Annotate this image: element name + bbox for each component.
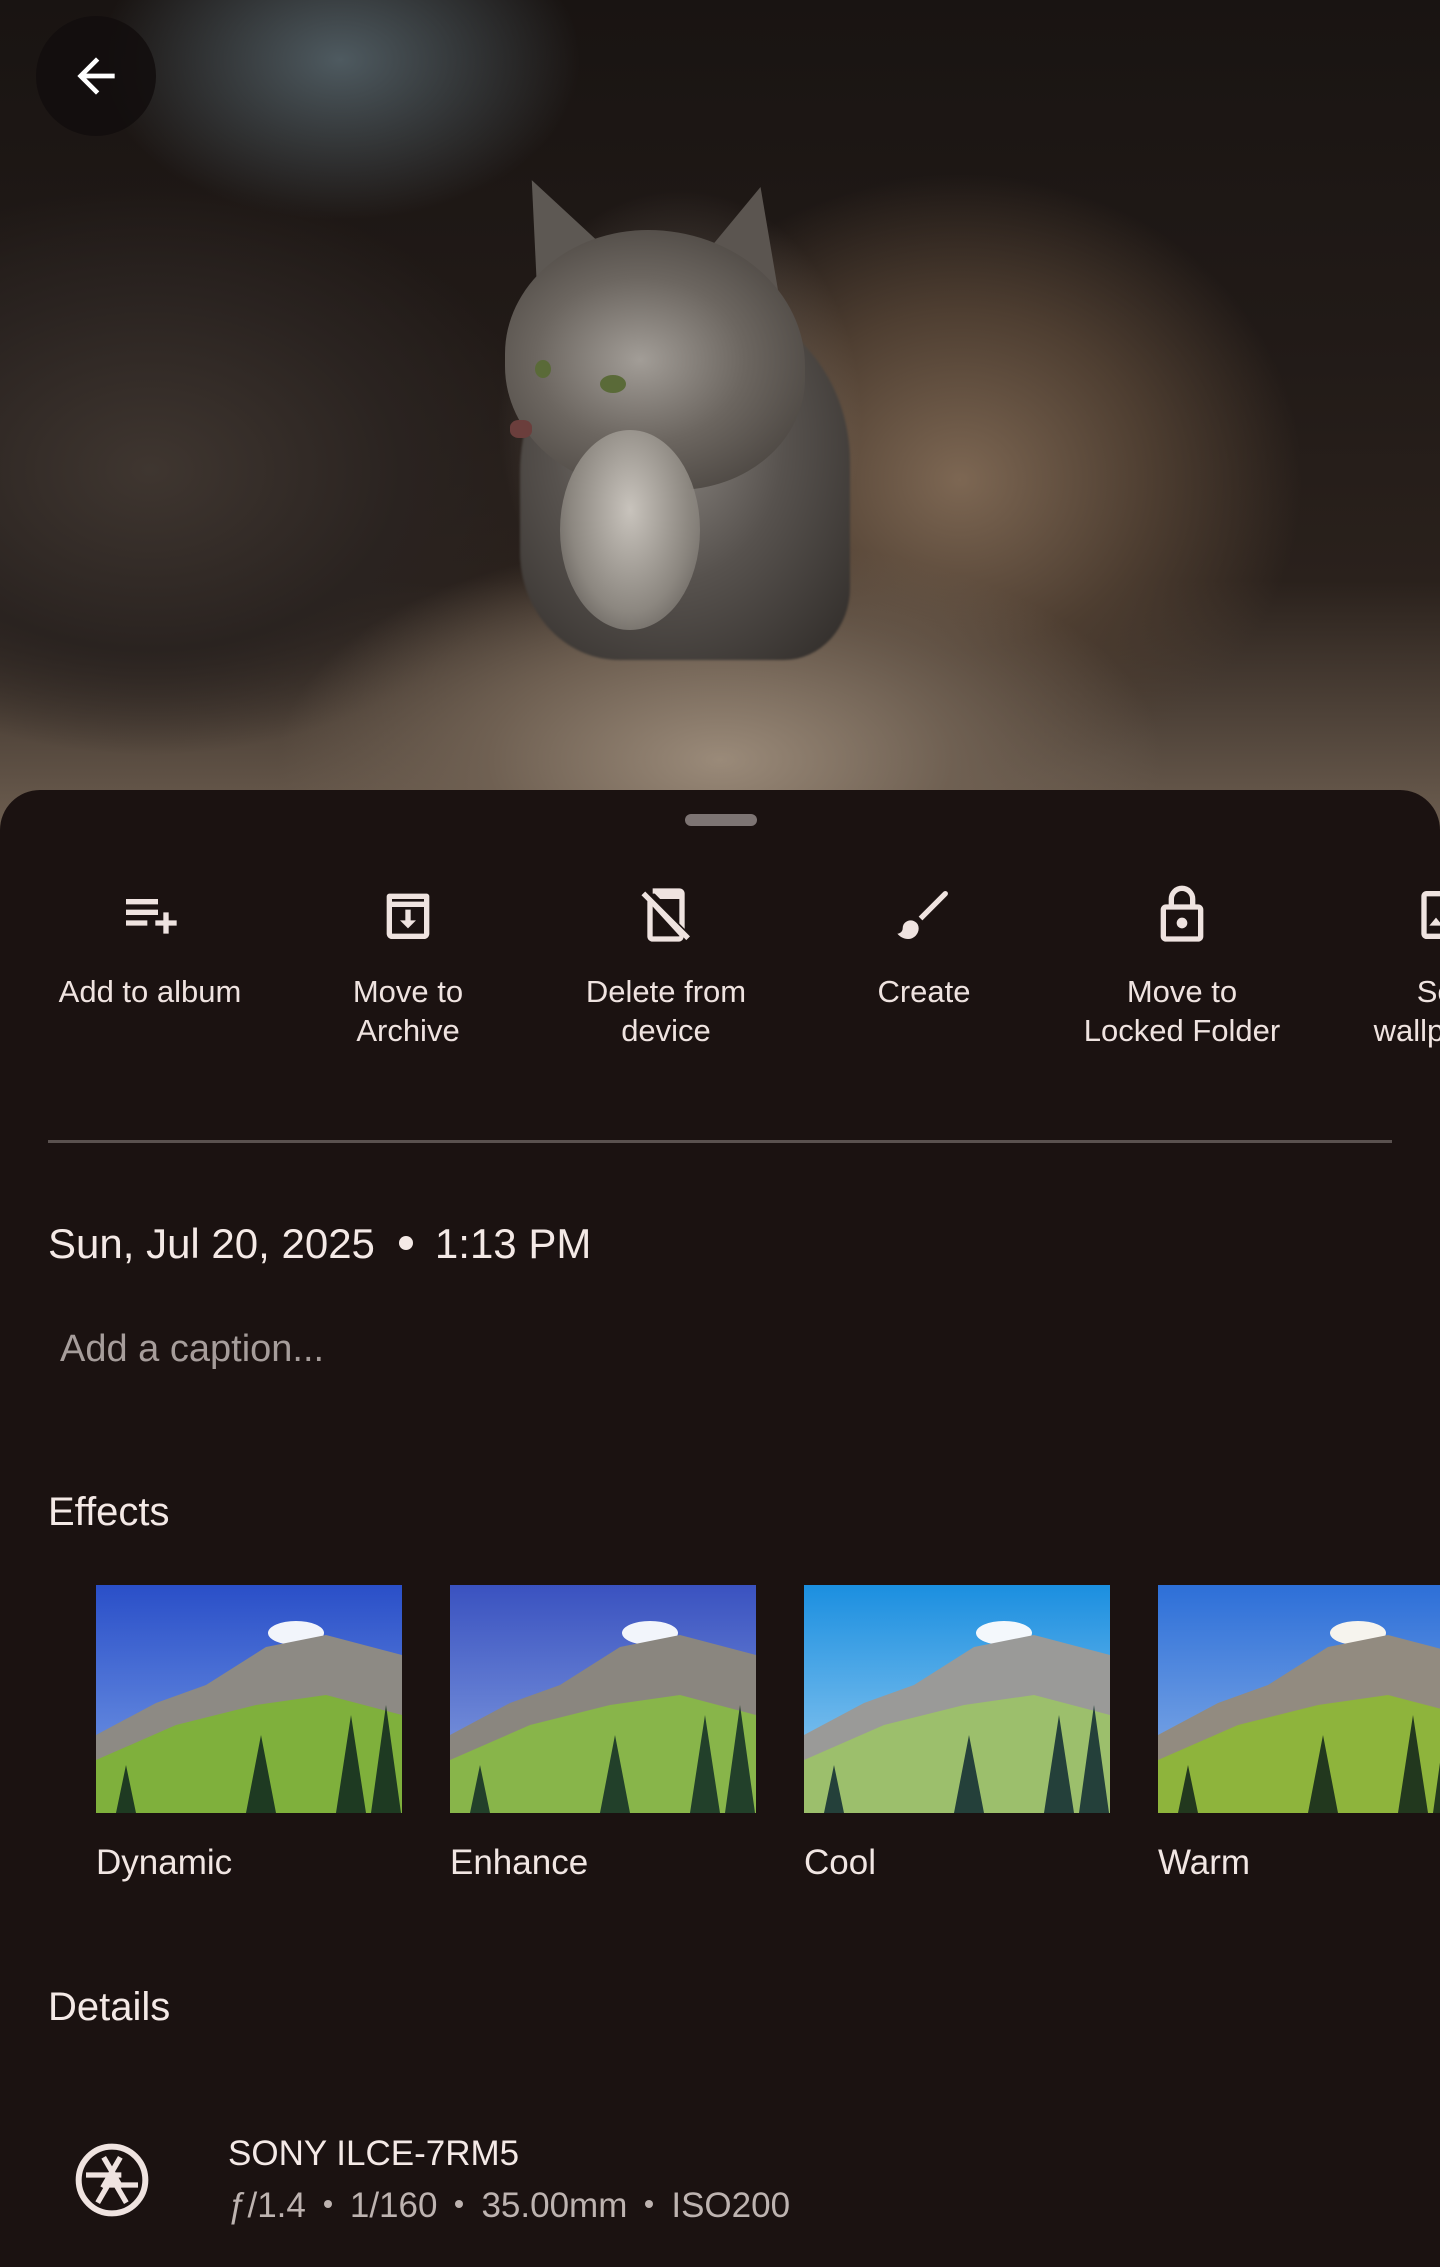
photo-time: 1:13 PM — [434, 1220, 592, 1267]
sheet-drag-handle[interactable] — [685, 814, 757, 826]
caption-input[interactable]: Add a caption... — [60, 1328, 324, 1371]
action-label: Set wallpaper — [1373, 974, 1440, 1048]
playlist-add-icon — [126, 899, 177, 934]
effect-thumbnail — [1158, 1585, 1440, 1813]
arrow-back-icon — [77, 57, 115, 95]
effect-thumbnail — [450, 1585, 756, 1813]
camera-specs: ƒ/1.4 1/160 35.00mm ISO200 — [228, 2186, 790, 2226]
lock-icon — [1160, 885, 1204, 942]
iso-value: ISO200 — [671, 2186, 791, 2225]
archive-icon — [386, 893, 430, 939]
action-label: Delete from device — [585, 974, 747, 1048]
brush-icon — [897, 891, 948, 939]
aperture-icon — [75, 2143, 149, 2217]
effect-thumbnail — [804, 1585, 1110, 1813]
separator-dot — [398, 1236, 413, 1251]
camera-model: SONY ILCE-7RM5 — [228, 2134, 520, 2173]
set-wallpaper-button[interactable]: Set wallpaper — [1310, 880, 1440, 1050]
action-label: Create — [877, 974, 971, 1009]
aperture-value: ƒ/1.4 — [228, 2186, 306, 2225]
separator-dot — [455, 2199, 464, 2208]
details-title: Details — [48, 1985, 171, 2029]
wallpaper-icon — [1421, 891, 1440, 939]
action-label: Add to album — [58, 974, 242, 1009]
focal-length-value: 35.00mm — [481, 2186, 628, 2225]
phone-off-icon — [641, 888, 690, 942]
info-sheet: Add to album Move to Archive Delete from… — [0, 790, 1440, 2267]
action-label: Move to Archive — [352, 974, 464, 1048]
photo-datetime[interactable]: Sun, Jul 20, 2025 1:13 PM — [48, 1220, 591, 1268]
effects-carousel[interactable]: Dynamic Enhance Cool Warm — [0, 1585, 1440, 1915]
add-to-album-button[interactable]: Add to album — [20, 880, 280, 1011]
action-row: Add to album Move to Archive Delete from… — [0, 880, 1440, 1048]
photo-cat-eye — [600, 375, 626, 393]
photo-viewer[interactable] — [0, 0, 1440, 830]
effect-label: Cool — [804, 1843, 876, 1882]
effect-dynamic[interactable]: Dynamic — [96, 1585, 402, 1883]
back-button[interactable] — [36, 16, 156, 136]
photo-cat-chest — [560, 430, 700, 630]
create-button[interactable]: Create — [794, 880, 1054, 1011]
photo-cat-eye — [535, 360, 551, 378]
effect-cool[interactable]: Cool — [804, 1585, 1110, 1883]
photo-cat-nose — [510, 420, 532, 438]
delete-from-device-button[interactable]: Delete from device — [536, 880, 796, 1050]
divider — [48, 1140, 1392, 1143]
photo-date: Sun, Jul 20, 2025 — [48, 1220, 375, 1267]
effect-label: Warm — [1158, 1843, 1251, 1882]
separator-dot — [323, 2199, 332, 2208]
effect-label: Enhance — [450, 1843, 589, 1882]
effect-warm[interactable]: Warm — [1158, 1585, 1440, 1883]
move-to-locked-folder-button[interactable]: Move to Locked Folder — [1052, 880, 1312, 1050]
shutter-value: 1/160 — [349, 2186, 438, 2225]
effect-label: Dynamic — [96, 1843, 233, 1882]
separator-dot — [645, 2199, 654, 2208]
move-to-archive-button[interactable]: Move to Archive — [278, 880, 538, 1050]
effect-enhance[interactable]: Enhance — [450, 1585, 756, 1883]
effects-title: Effects — [48, 1490, 170, 1534]
action-label: Move to Locked Folder — [1083, 974, 1281, 1048]
effect-thumbnail — [96, 1585, 402, 1813]
